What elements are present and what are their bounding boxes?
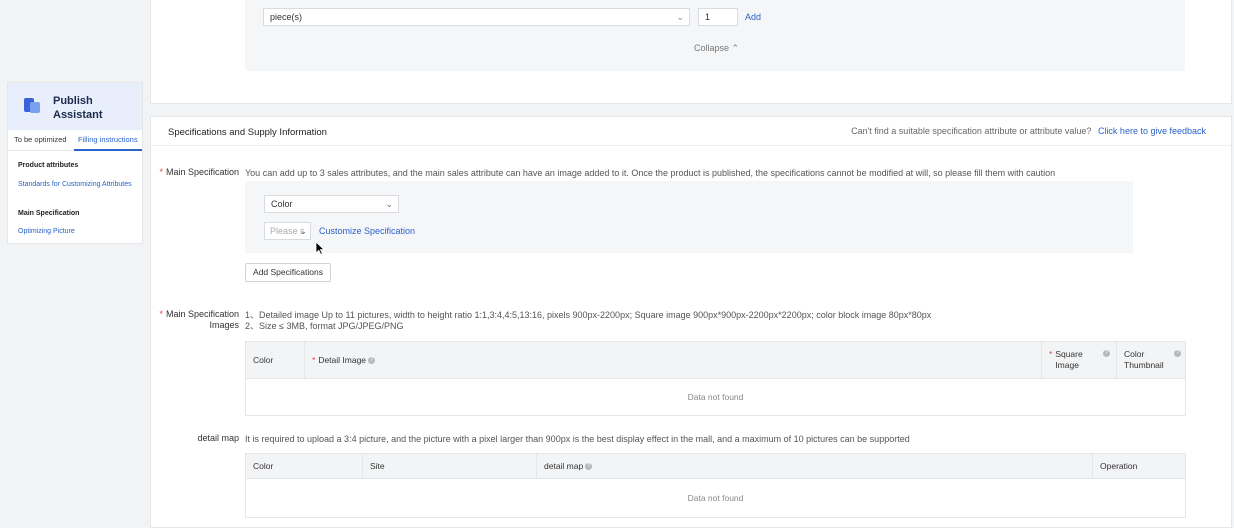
sidebar-link-optimizing-picture[interactable]: Optimizing Picture xyxy=(18,227,133,236)
quantity-box: piece(s) ⌄ 1 Add Collapse ⌃ xyxy=(245,0,1185,71)
column-header-color-thumbnail: Color Thumbnail? xyxy=(1116,341,1186,379)
quantity-input[interactable]: 1 xyxy=(698,8,738,26)
assistant-logo-icon xyxy=(24,98,40,113)
chevron-down-icon: ⌄ xyxy=(676,12,684,22)
help-icon[interactable]: ? xyxy=(368,356,376,364)
detail-map-label: detail map xyxy=(197,433,239,443)
column-header-site: Site xyxy=(362,453,537,479)
tab-filling-instructions[interactable]: Filling instructions xyxy=(78,135,138,144)
spec-value-select[interactable]: Please s ⌄ xyxy=(264,222,311,240)
spec-attribute-select[interactable]: Color ⌄ xyxy=(264,195,399,213)
sidebar-heading-main-specification: Main Specification xyxy=(18,210,80,217)
active-tab-indicator xyxy=(74,149,142,151)
detail-map-table: Color Site detail map? Operation Data no… xyxy=(245,453,1186,518)
publish-assistant-panel: Publish Assistant To be optimized Fillin… xyxy=(7,82,143,244)
chevron-up-icon: ⌃ xyxy=(731,43,740,53)
chevron-down-icon: ⌄ xyxy=(299,226,307,236)
required-mark: * xyxy=(312,354,316,365)
spec-attribute-value: Color xyxy=(271,199,293,209)
column-header-square-image: * Square Image? xyxy=(1041,341,1117,379)
specifications-panel: Specifications and Supply Information Ca… xyxy=(150,116,1232,528)
column-header-detail-map: detail map? xyxy=(536,453,1093,479)
required-mark: * xyxy=(159,309,163,319)
chevron-down-icon: ⌄ xyxy=(385,199,393,209)
mouse-cursor-icon xyxy=(315,241,325,255)
help-icon[interactable]: ? xyxy=(1174,350,1181,357)
sidebar-heading-product-attributes: Product attributes xyxy=(18,162,79,169)
required-mark: * xyxy=(159,167,163,177)
column-header-operation: Operation xyxy=(1092,453,1186,479)
images-hint-line: 1、Detailed image Up to 11 pictures, widt… xyxy=(245,310,932,320)
help-icon[interactable]: ? xyxy=(1103,350,1110,357)
collapse-label: Collapse xyxy=(694,43,730,53)
feedback-link[interactable]: Click here to give feedback xyxy=(1098,126,1206,136)
empty-state: Data not found xyxy=(245,378,1186,416)
column-header-color: Color xyxy=(245,341,305,379)
quantity-panel: piece(s) ⌄ 1 Add Collapse ⌃ xyxy=(150,0,1232,104)
assistant-title: Publish Assistant xyxy=(53,95,103,121)
images-hint: 1、Detailed image Up to 11 pictures, widt… xyxy=(245,310,931,332)
column-header-color: Color xyxy=(245,453,363,479)
help-icon[interactable]: ? xyxy=(585,462,593,470)
required-mark: * xyxy=(1049,349,1053,359)
assistant-tabs: To be optimized Filling instructions xyxy=(8,130,142,151)
assistant-header: Publish Assistant xyxy=(8,83,142,130)
add-quantity-link[interactable]: Add xyxy=(745,12,761,22)
feedback-question: Can't find a suitable specification attr… xyxy=(851,126,1092,136)
collapse-button[interactable]: Collapse ⌃ xyxy=(694,43,739,54)
main-specification-box: Color ⌄ Please s ⌄ Customize Specificati… xyxy=(245,181,1133,253)
customize-specification-link[interactable]: Customize Specification xyxy=(319,226,415,236)
sidebar-link-standards[interactable]: Standards for Customizing Attributes xyxy=(18,180,133,189)
main-specification-images-label: * Main Specification Images xyxy=(159,309,239,330)
main-specification-label: * Main Specification xyxy=(159,167,239,177)
column-header-detail-image: * Detail Image? xyxy=(304,341,1042,379)
detail-map-hint: It is required to upload a 3:4 picture, … xyxy=(245,434,910,444)
feedback-prompt: Can't find a suitable specification attr… xyxy=(851,126,1206,136)
tab-to-be-optimized[interactable]: To be optimized xyxy=(14,135,67,144)
main-specification-hint: You can add up to 3 sales attributes, an… xyxy=(245,168,1056,178)
add-specifications-button[interactable]: Add Specifications xyxy=(245,263,331,282)
section-title: Specifications and Supply Information xyxy=(168,127,327,138)
unit-select[interactable]: piece(s) ⌄ xyxy=(263,8,690,26)
empty-state: Data not found xyxy=(245,478,1186,518)
specification-images-table: Color * Detail Image? * Square Image? Colo… xyxy=(245,341,1186,416)
section-header: Specifications and Supply Information Ca… xyxy=(151,117,1231,146)
unit-select-value: piece(s) xyxy=(270,12,303,22)
images-hint-line: 2、Size ≤ 3MB, format JPG/JPEG/PNG xyxy=(245,321,404,331)
